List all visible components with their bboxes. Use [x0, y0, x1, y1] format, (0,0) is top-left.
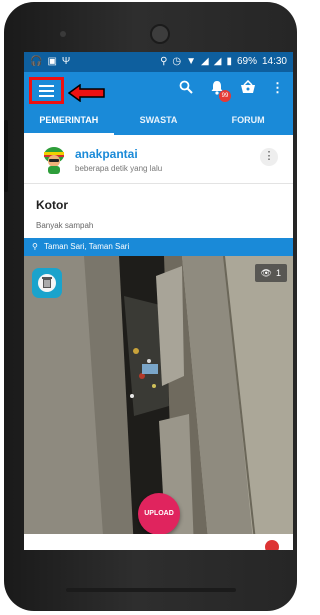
post-title: Kotor [36, 198, 68, 212]
menu-line-icon [39, 89, 54, 92]
hamburger-menu-button[interactable] [29, 77, 64, 104]
tab-pemerintah[interactable]: PEMERINTAH [24, 108, 114, 135]
phone-side-button [4, 120, 8, 192]
tab-forum[interactable]: FORUM [203, 108, 293, 135]
battery-percent: 69% [236, 56, 257, 67]
upload-button[interactable]: UPLOAD [138, 493, 180, 535]
next-post-badge [265, 540, 279, 550]
app-bar: 99 ⋮ [24, 72, 293, 108]
wifi-icon: ▼ [186, 56, 197, 67]
search-icon[interactable] [179, 80, 193, 98]
headphone-icon: 🎧 [30, 56, 43, 67]
signal-2-icon: ◢ [213, 56, 222, 67]
eye-icon: 👁 [260, 268, 272, 278]
avatar[interactable] [42, 146, 66, 174]
phone-frame: 🎧 ▣ Ψ ⚲ ◷ ▼ ◢ ◢ ▮ 69% 14:30 99 ⋮ PEMERIN… [4, 2, 297, 611]
view-count: 1 [275, 268, 281, 278]
app-screen: 🎧 ▣ Ψ ⚲ ◷ ▼ ◢ ◢ ▮ 69% 14:30 99 ⋮ PEMERIN… [24, 52, 293, 550]
signal-icon: ◢ [201, 56, 209, 67]
phone-camera [150, 24, 170, 44]
trash-bin-button[interactable] [32, 268, 62, 298]
location-status-icon: ⚲ [160, 56, 168, 67]
overflow-menu-icon[interactable]: ⋮ [271, 80, 284, 96]
post-timestamp: beberapa detik yang lalu [75, 164, 163, 173]
menu-line-icon [39, 84, 54, 87]
battery-icon: ▮ [226, 56, 232, 67]
basket-icon[interactable] [240, 79, 256, 98]
location-bar[interactable]: ⚲ Taman Sari, Taman Sari [24, 238, 293, 256]
post-more-options-icon[interactable]: ⋮ [260, 148, 278, 166]
trash-bin-icon [38, 274, 56, 292]
location-text: Taman Sari, Taman Sari [44, 242, 130, 251]
tab-swasta[interactable]: SWASTA [114, 108, 204, 135]
view-count-badge: 👁 1 [254, 264, 287, 282]
phone-bottom-grille [66, 588, 236, 592]
notification-badge: 99 [219, 90, 231, 102]
post-photo[interactable]: 👁 1 UPLOAD [24, 256, 293, 550]
post-description: Banyak sampah [36, 221, 94, 230]
menu-line-icon [39, 94, 54, 97]
post-header: anakpantai beberapa detik yang lalu ⋮ [24, 135, 293, 184]
message-icon: ▣ [47, 56, 57, 67]
next-post-card [24, 534, 293, 550]
post-username[interactable]: anakpantai [75, 147, 138, 161]
alarm-icon: ◷ [172, 56, 182, 67]
location-pin-icon: ⚲ [32, 242, 38, 251]
status-bar: 🎧 ▣ Ψ ⚲ ◷ ▼ ◢ ◢ ▮ 69% 14:30 [24, 52, 293, 72]
tab-bar: PEMERINTAH SWASTA FORUM [24, 108, 293, 135]
usb-icon: Ψ [61, 56, 71, 67]
clock: 14:30 [261, 56, 287, 67]
red-arrow-icon [68, 84, 105, 102]
phone-speaker [60, 31, 66, 37]
